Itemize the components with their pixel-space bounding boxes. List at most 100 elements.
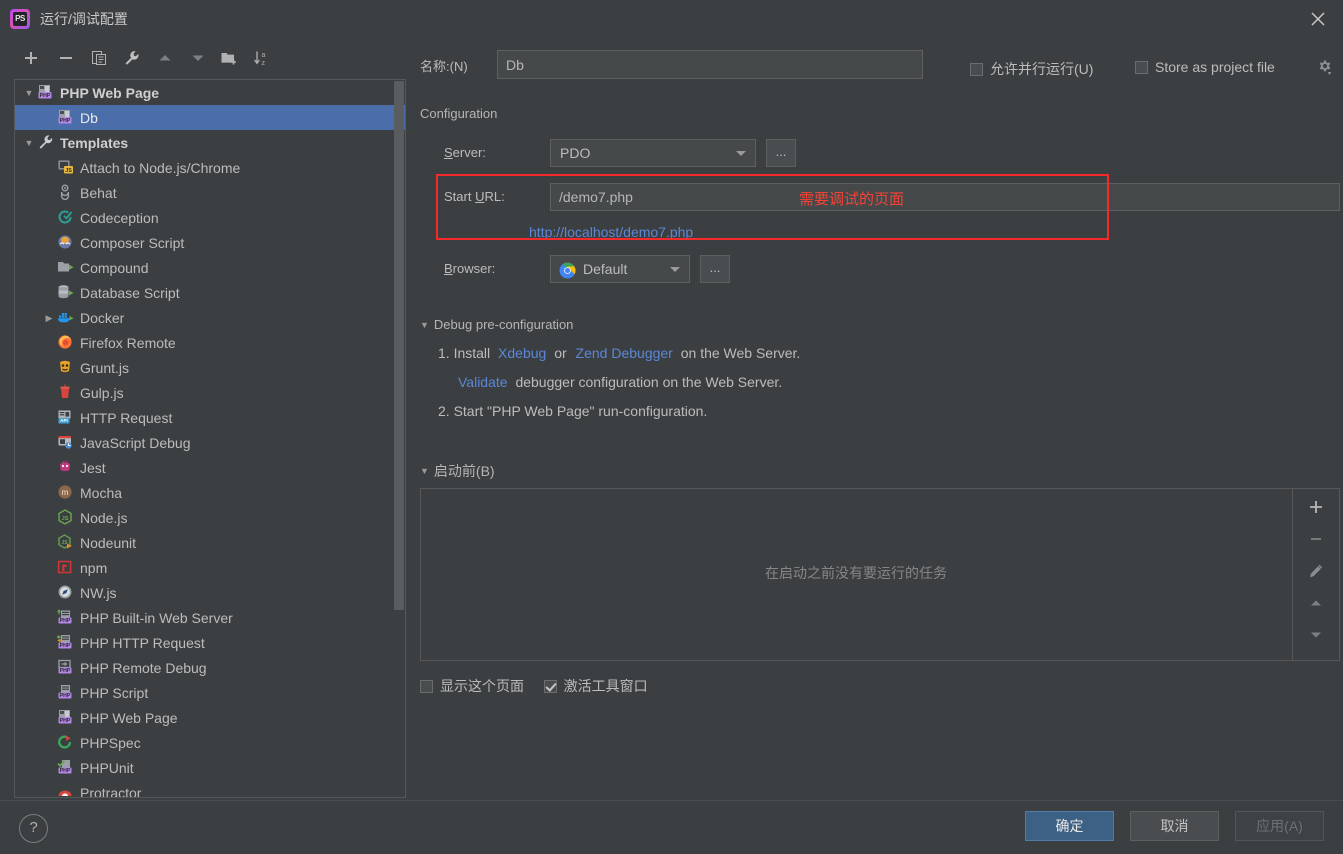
chevron-down-icon[interactable]: ▼ (21, 131, 37, 156)
start-url-input[interactable] (550, 183, 1340, 211)
tree-item-docker[interactable]: ▶ Docker (15, 305, 405, 331)
tree-item-behat[interactable]: Behat (15, 180, 405, 205)
debug-section-twisty[interactable]: ▼ (420, 317, 434, 334)
before-launch-title: 启动前(B) (433, 463, 503, 479)
xdebug-link[interactable]: Xdebug (498, 345, 546, 361)
tree-item-mocha[interactable]: m Mocha (15, 480, 405, 505)
tree-item-php-script[interactable]: PHP PHP Script (15, 680, 405, 705)
remove-task-button[interactable] (1300, 525, 1332, 555)
cancel-button[interactable]: 取消 (1130, 811, 1219, 841)
tree-item-attach-to-node-js-chrome[interactable]: JS Attach to Node.js/Chrome (15, 155, 405, 180)
tree-item-gulp-js[interactable]: Gulp.js (15, 380, 405, 405)
tree-item-database-script[interactable]: Database Script (15, 280, 405, 305)
tree-item-label: Codeception (80, 209, 159, 226)
tree-item-label: Firefox Remote (80, 334, 176, 351)
show-page-checkbox[interactable]: 显示这个页面 (420, 676, 524, 696)
tree-item-codeception[interactable]: Codeception (15, 205, 405, 230)
edit-templates-button[interactable] (119, 46, 145, 72)
tree-item-php-http-request[interactable]: PHP PHP HTTP Request (15, 630, 405, 656)
sort-configurations-button[interactable]: a z (249, 46, 275, 72)
tree-item-php-web-page[interactable]: ▼ PHP PHP Web Page (15, 80, 405, 106)
configurations-toolbar: a z (0, 40, 406, 78)
before-launch-twisty[interactable]: ▼ (420, 463, 434, 480)
tree-item-compound[interactable]: Compound (15, 255, 405, 280)
tree-item-label: PHP Remote Debug (80, 659, 207, 676)
chevron-right-icon[interactable]: ▶ (41, 306, 57, 331)
tree-item-javascript-debug[interactable]: JavaScript Debug (15, 430, 405, 456)
name-input[interactable] (497, 50, 923, 79)
browser-browse-button[interactable]: ... (700, 255, 730, 283)
ok-button[interactable]: 确定 (1025, 811, 1114, 841)
dialog-footer: ? 确定 取消 应用(A) (0, 800, 1343, 854)
tree-item-label: PHP Built-in Web Server (80, 609, 233, 626)
debug-step1-or: or (554, 345, 567, 361)
new-folder-button[interactable] (216, 46, 242, 72)
tree-item-label: PHPUnit (80, 759, 134, 776)
tree-scrollbar[interactable] (394, 81, 404, 796)
tree-item-label: Docker (80, 309, 125, 326)
server-browse-button[interactable]: ... (766, 139, 796, 167)
resolved-url-link[interactable]: http://localhost/demo7.php (529, 224, 693, 240)
move-task-down-button[interactable] (1300, 621, 1332, 651)
tree-item-label: npm (80, 559, 108, 576)
tree-item-php-remote-debug[interactable]: PHP PHP Remote Debug (15, 655, 405, 680)
validate-link[interactable]: Validate (458, 374, 508, 390)
tree-item-php-web-page[interactable]: PHP PHP Web Page (15, 705, 405, 730)
zend-debugger-link[interactable]: Zend Debugger (576, 345, 673, 361)
configuration-editor: 名称:(N) 允许并行运行(U) Store as project file C… (414, 44, 1343, 798)
store-as-project-file-checkbox-box[interactable] (1135, 61, 1148, 74)
store-as-project-file-checkbox[interactable]: Store as project file (1135, 59, 1275, 75)
tree-item-templates[interactable]: ▼ Templates (15, 130, 405, 156)
tree-scrollbar-thumb[interactable] (394, 81, 404, 610)
svg-text:JS: JS (65, 168, 72, 174)
protractor-icon (57, 783, 75, 797)
before-launch-task-list[interactable]: 在启动之前没有要运行的任务 (420, 488, 1340, 661)
activate-toolwindow-checkbox[interactable]: 激活工具窗口 (543, 676, 648, 696)
debug-section-header[interactable]: ▼ Debug pre-configuration (420, 317, 1340, 334)
tree-item-php-built-in-web-server[interactable]: PHP PHP Built-in Web Server (15, 605, 405, 630)
help-icon[interactable]: ? (19, 814, 48, 843)
tree-item-phpspec[interactable]: PHPSpec (15, 730, 405, 755)
debug-step-1: 1. Install Xdebug or Zend Debugger on th… (438, 345, 800, 361)
activate-toolwindow-checkbox-box[interactable] (543, 680, 557, 693)
add-configuration-button[interactable] (18, 46, 44, 72)
add-task-button[interactable] (1300, 493, 1332, 523)
tree-item-npm[interactable]: npm (15, 555, 405, 580)
tree-item-nodeunit[interactable]: JS Nodeunit (15, 530, 405, 555)
remove-configuration-button[interactable] (53, 46, 79, 72)
move-up-button[interactable] (152, 46, 178, 72)
allow-parallel-checkbox[interactable]: 允许并行运行(U) (970, 59, 1093, 79)
tree-scroll-area[interactable]: ▼ PHP PHP Web Page PHP Db ▼ Templates JS Attac… (15, 80, 405, 797)
tree-item-protractor[interactable]: Protractor (15, 780, 405, 797)
server-label: Server: (444, 145, 486, 160)
gear-dropdown-icon[interactable] (1315, 58, 1335, 78)
apply-button[interactable]: 应用(A) (1235, 811, 1324, 841)
tree-item-jest[interactable]: Jest (15, 455, 405, 481)
tree-item-node-js[interactable]: JS Node.js (15, 505, 405, 530)
tree-item-grunt-js[interactable]: Grunt.js (15, 355, 405, 381)
server-selected-value: PDO (560, 145, 591, 161)
close-icon[interactable] (1307, 8, 1329, 30)
browser-select[interactable]: Default (550, 255, 690, 283)
allow-parallel-checkbox-box[interactable] (970, 63, 983, 76)
tree-item-phpunit[interactable]: PHP PHPUnit (15, 755, 405, 780)
configurations-tree[interactable]: ▼ PHP PHP Web Page PHP Db ▼ Templates JS Attac… (14, 79, 406, 798)
before-launch-section-header[interactable]: ▼ 启动前(B) (420, 463, 1340, 480)
tree-item-db[interactable]: PHP Db (15, 105, 405, 130)
tree-item-composer-script[interactable]: Composer Script (15, 230, 405, 255)
move-task-up-button[interactable] (1300, 589, 1332, 619)
show-page-checkbox-box[interactable] (420, 680, 433, 693)
tree-item-nw-js[interactable]: NW.js (15, 580, 405, 606)
server-select[interactable]: PDO (550, 139, 756, 167)
tree-item-http-request[interactable]: API HTTP Request (15, 405, 405, 430)
copy-configuration-button[interactable] (86, 46, 112, 72)
edit-task-button[interactable] (1300, 557, 1332, 587)
move-down-button[interactable] (185, 46, 211, 72)
chevron-down-icon[interactable]: ▼ (21, 81, 37, 106)
tree-item-firefox-remote[interactable]: Firefox Remote (15, 330, 405, 355)
